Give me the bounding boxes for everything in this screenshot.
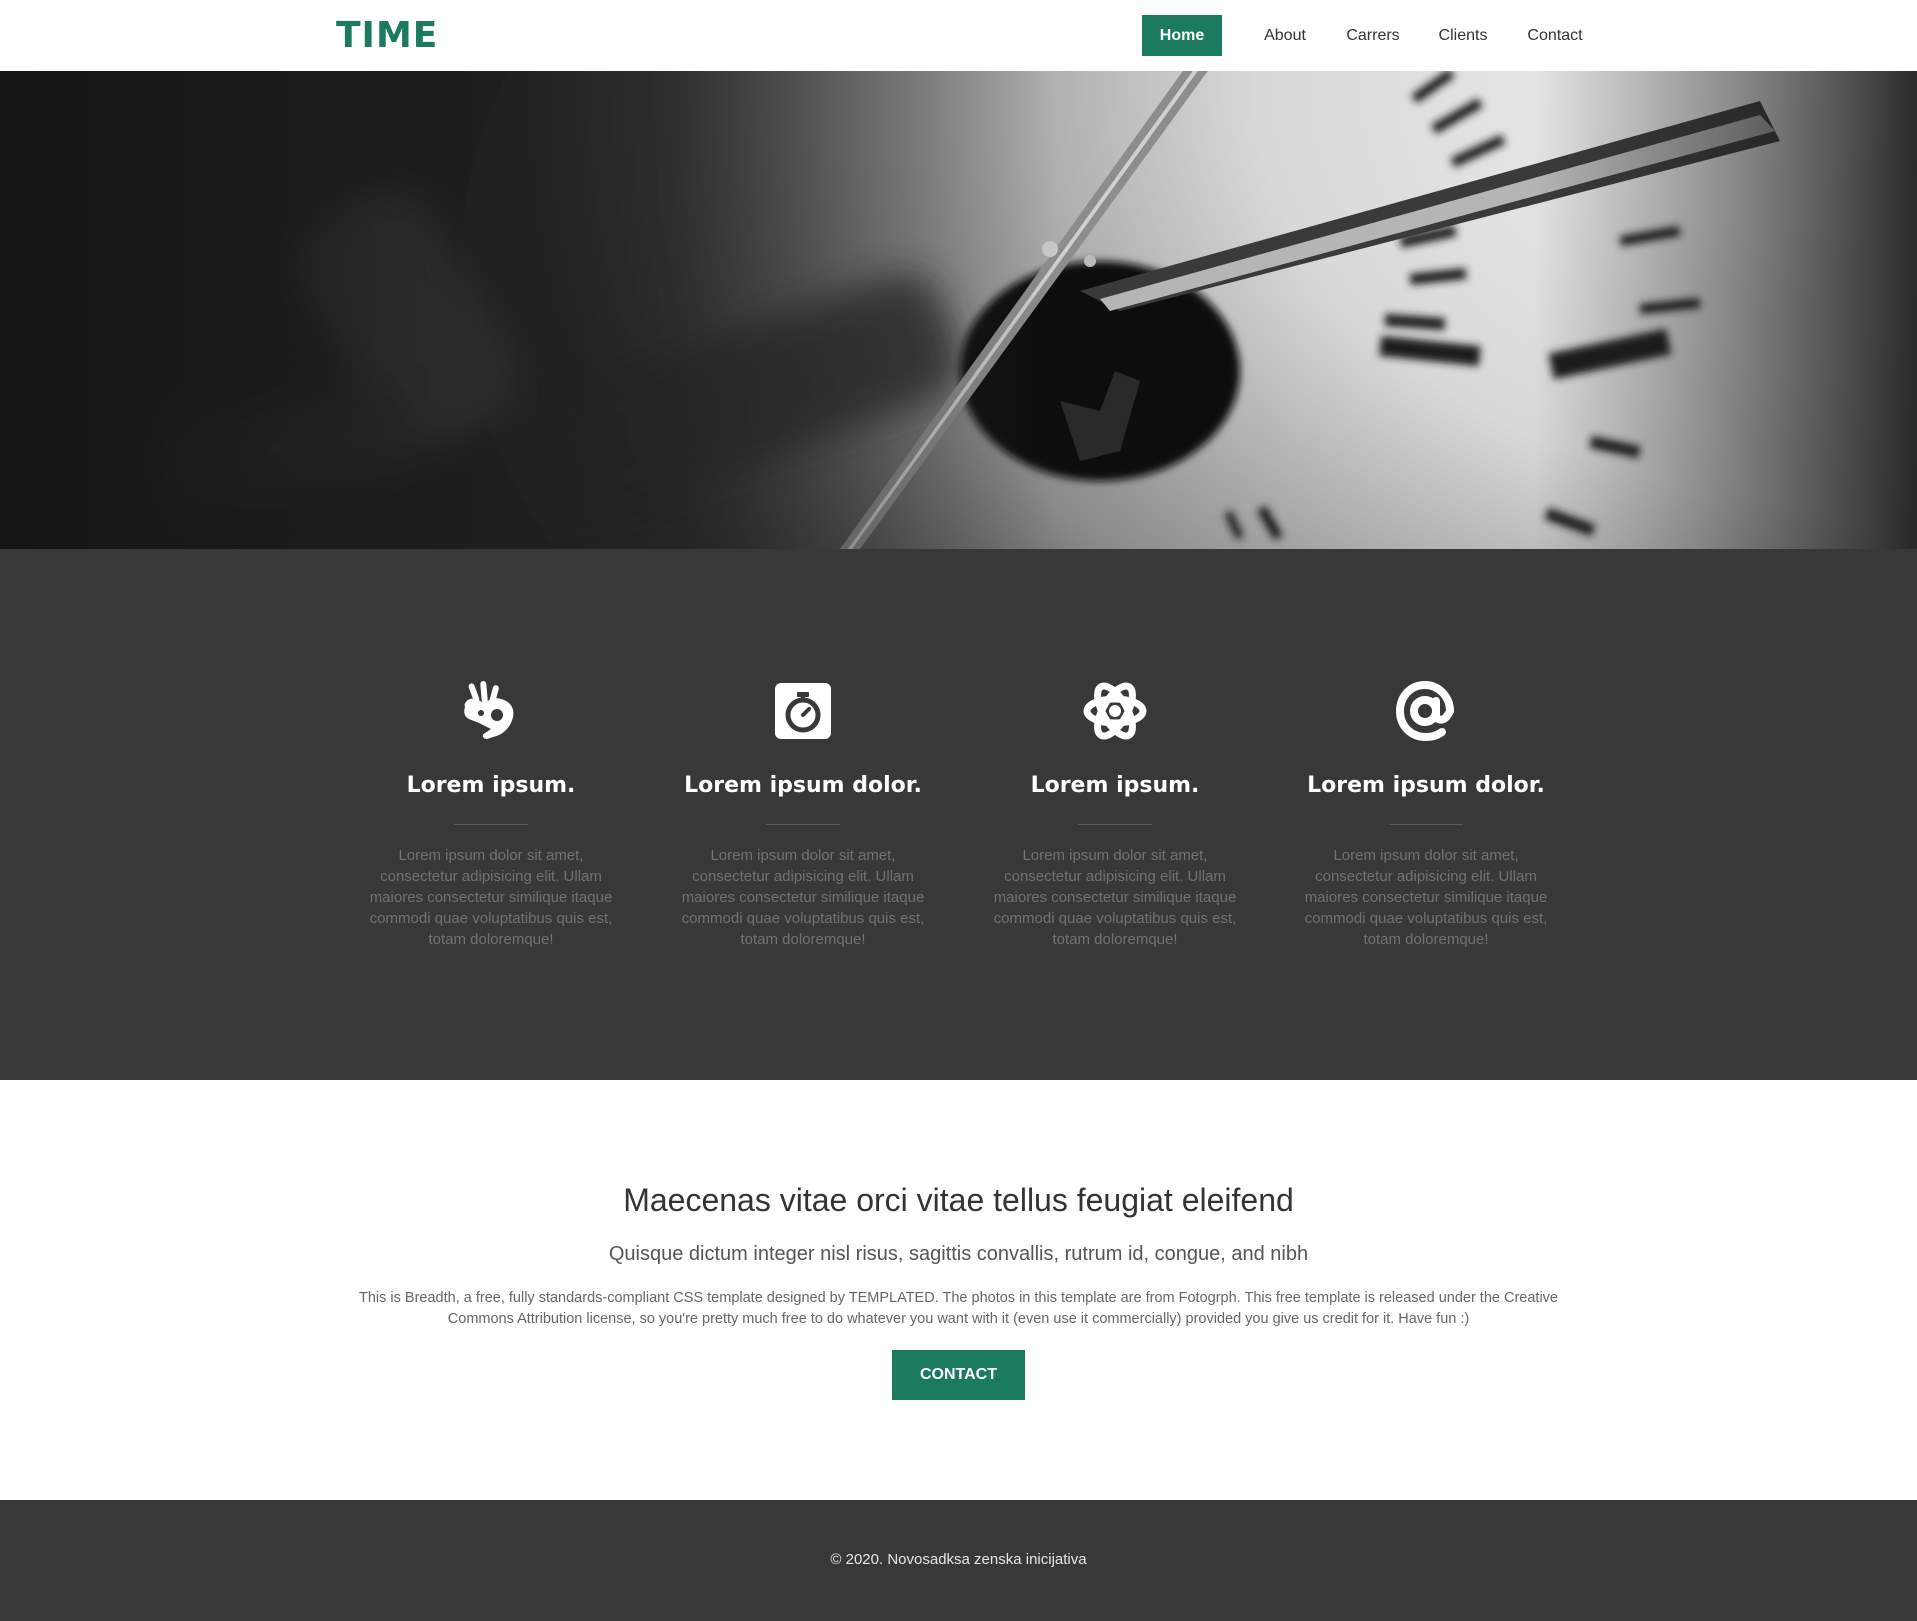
- nav-clients[interactable]: Clients: [1432, 15, 1494, 56]
- site-header: TIME Home About Carrers Clients Contact: [0, 0, 1917, 71]
- sign-language-icon: [464, 681, 514, 739]
- nav-contact[interactable]: Contact: [1522, 15, 1588, 56]
- section-title: Maecenas vitae orci vitae tellus feugiat…: [623, 1182, 1294, 1218]
- hero-banner: [0, 71, 1917, 549]
- section-body: This is Breadth, a free, fully standards…: [359, 1290, 1558, 1327]
- nav-carrers[interactable]: Carrers: [1342, 15, 1404, 56]
- contact-button[interactable]: CONTACT: [892, 1350, 1025, 1400]
- feature-text: Lorem ipsum dolor sit amet, consectetur …: [993, 847, 1237, 948]
- section-subtitle: Quisque dictum integer nisl risus, sagit…: [608, 1243, 1309, 1265]
- feature-title: Lorem ipsum dolor.: [1307, 773, 1545, 798]
- feature-divider: [1389, 824, 1463, 825]
- features-section: Lorem ipsum. Lorem ipsum dolor sit amet,…: [0, 549, 1917, 1080]
- hero-clock-image: [0, 71, 1917, 549]
- copyright-text: © 2020. Novosadksa zenska inicijativa: [830, 1551, 1087, 1568]
- feature-title: Lorem ipsum.: [406, 773, 576, 798]
- feature-text: Lorem ipsum dolor sit amet, consectetur …: [681, 847, 925, 948]
- atom-icon: [1083, 682, 1147, 740]
- feature-divider: [454, 824, 528, 825]
- intro-section: Maecenas vitae orci vitae tellus feugiat…: [0, 1080, 1917, 1500]
- feature-divider: [1078, 824, 1152, 825]
- main-nav: Home About Carrers Clients Contact: [0, 15, 1917, 56]
- feature-divider: [766, 824, 840, 825]
- site-footer: © 2020. Novosadksa zenska inicijativa: [0, 1500, 1917, 1621]
- feature-title: Lorem ipsum dolor.: [684, 773, 922, 798]
- at-sign-icon: [1395, 680, 1454, 742]
- feature-title: Lorem ipsum.: [1030, 773, 1200, 798]
- nav-about[interactable]: About: [1253, 15, 1317, 56]
- nav-home[interactable]: Home: [1142, 15, 1222, 56]
- feature-text: Lorem ipsum dolor sit amet, consectetur …: [369, 847, 613, 948]
- stopwatch-icon: [775, 683, 831, 739]
- feature-text: Lorem ipsum dolor sit amet, consectetur …: [1304, 847, 1548, 948]
